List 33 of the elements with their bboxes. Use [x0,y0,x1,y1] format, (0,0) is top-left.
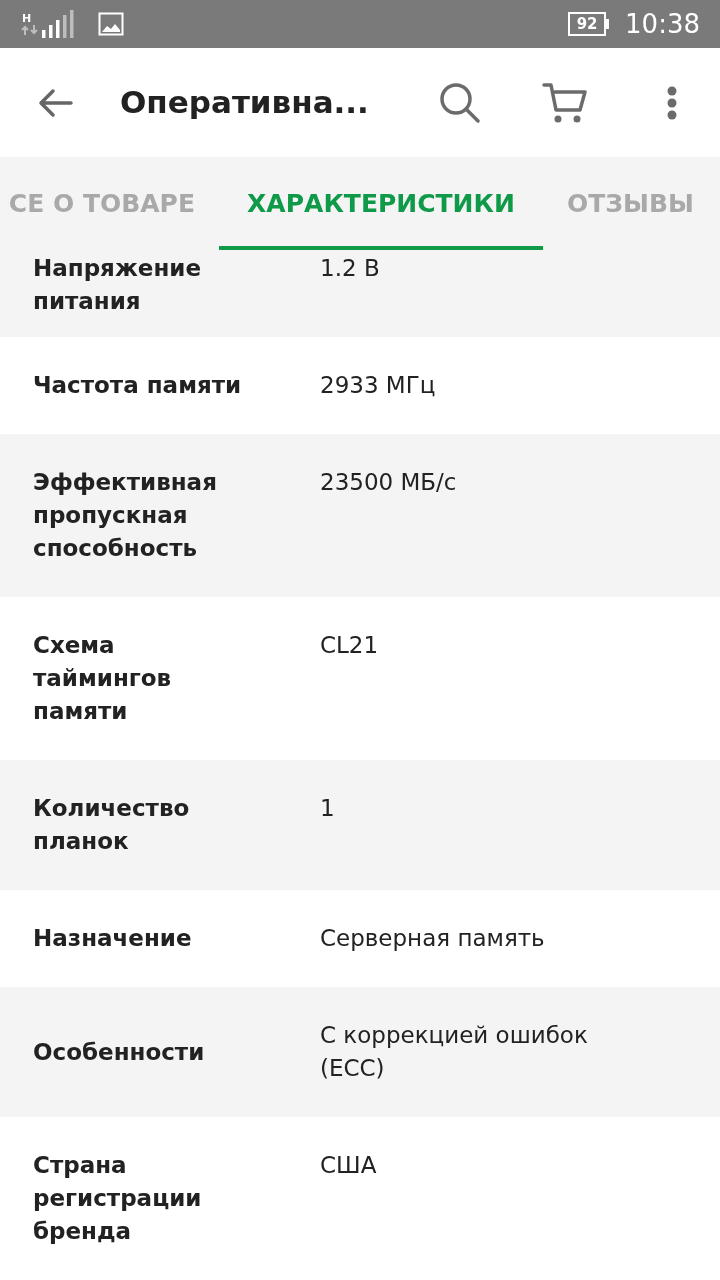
spec-name: Частота памяти [33,371,243,400]
spec-value: США [320,1151,378,1180]
cart-button[interactable] [542,80,588,125]
network-type-label: H [22,12,32,24]
clock-time: 10:38 [625,11,700,38]
spec-name: Эффективная пропускная способность [33,468,218,563]
more-vertical-icon [667,85,677,120]
spec-name: Напряжение питания [33,254,202,316]
tab[interactable]: СЕ О ТОВАРЕ [0,157,219,250]
spec-name: Назначение [33,924,193,953]
search-button[interactable] [438,80,482,125]
spec-value: С коррекцией ошибок (ECC) [320,1021,589,1083]
spec-name: Страна регистрации бренда [33,1151,203,1246]
cart-icon [542,81,588,124]
more-options-button[interactable] [666,84,678,121]
search-icon [439,81,481,124]
data-arrows-icon [20,23,40,36]
spec-value: 23500 МБ/с [320,468,458,497]
image-icon [98,12,124,37]
spec-value: Серверная память [320,924,546,953]
spec-value: 1.2 В [320,254,381,283]
spec-value: 1 [320,794,336,823]
signal-bars-icon [42,10,74,39]
battery-level: 92 [568,12,607,37]
spec-value: CL21 [320,631,380,660]
spec-name: Схема таймингов памяти [33,631,173,726]
spec-name: Количество планок [33,794,191,856]
page-title: Оперативна... [120,83,369,123]
spec-name: Особенности [33,1037,206,1067]
battery-tip-icon [606,19,610,30]
spec-value: 2933 МГц [320,371,437,400]
back-arrow-icon [37,87,73,118]
tab[interactable]: ОТЗЫВЫ [543,157,720,250]
